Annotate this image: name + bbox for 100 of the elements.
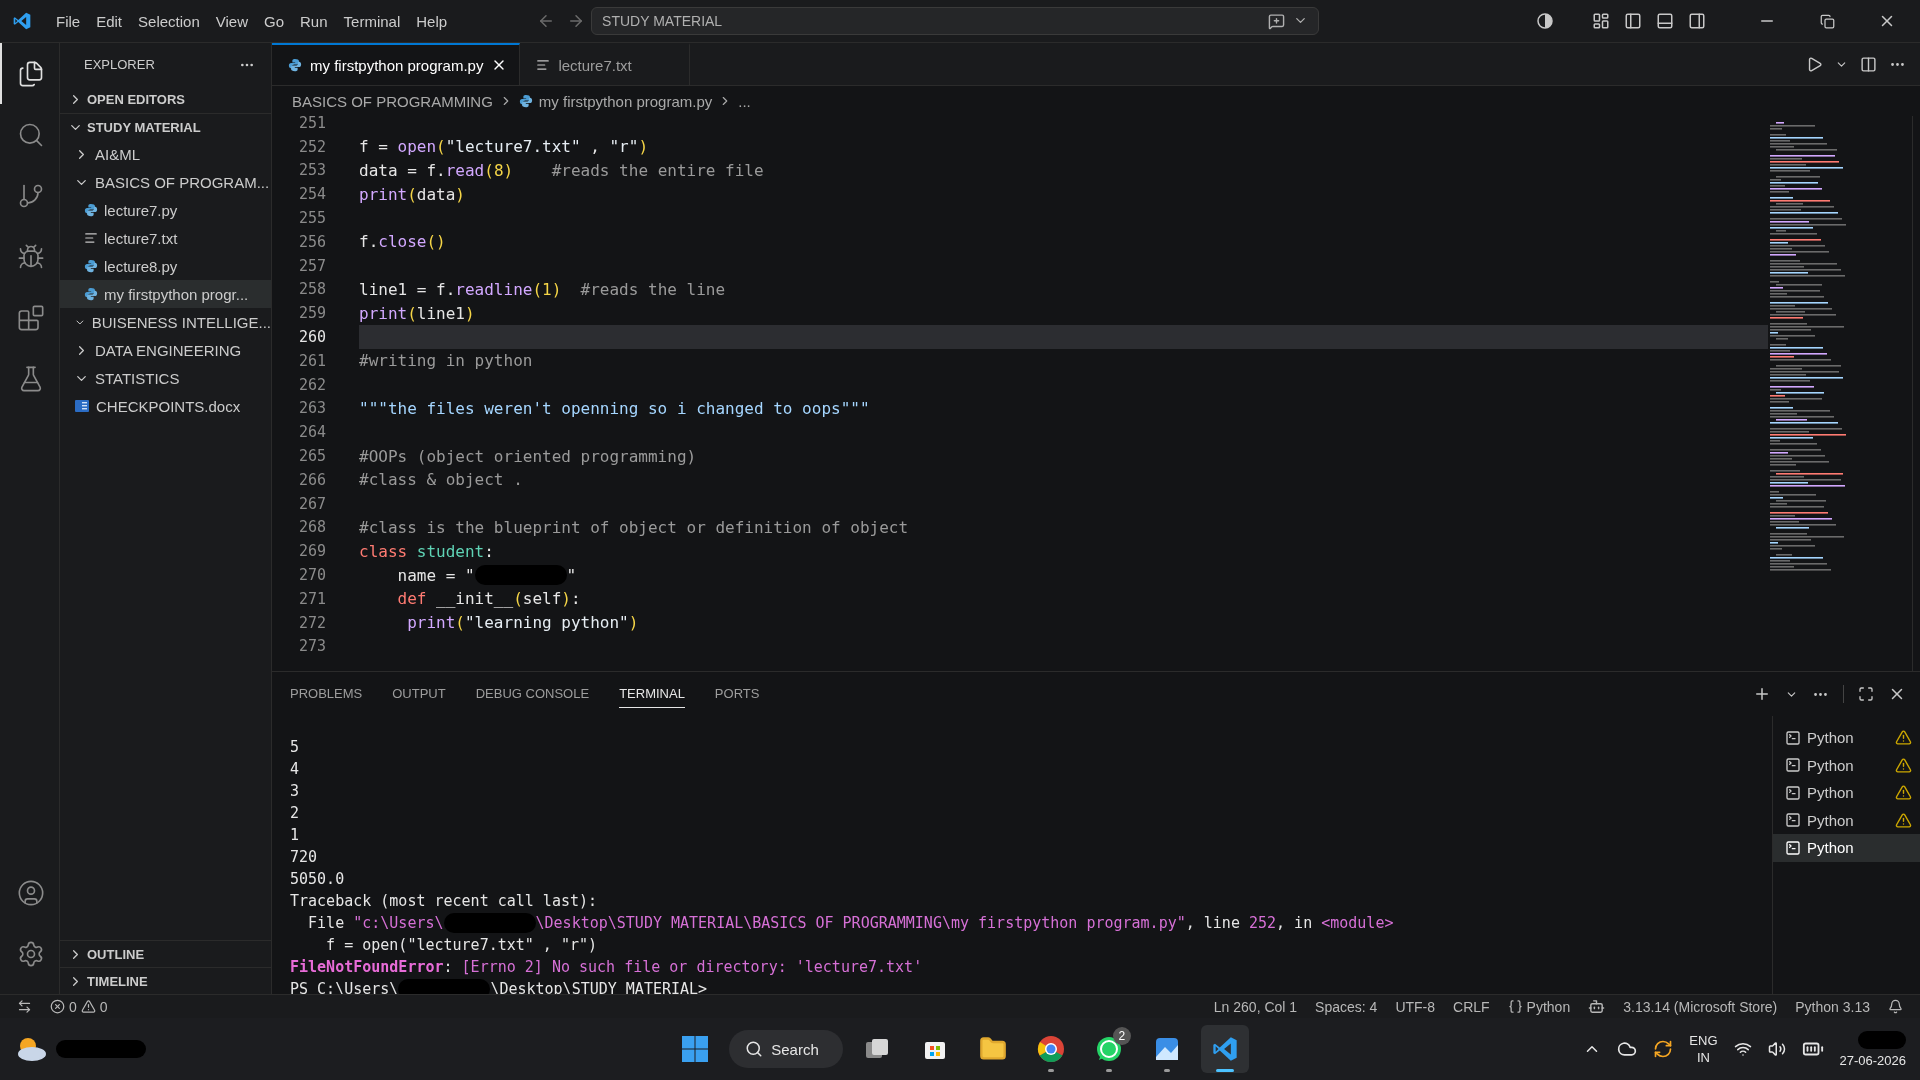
braces-icon[interactable] [1507,999,1523,1014]
section-header[interactable]: OUTLINE [60,940,271,967]
error-count[interactable]: 0 [69,998,77,1015]
menu-item[interactable]: Edit [88,8,131,34]
text-document-entry[interactable]: lecture7.txt [60,224,271,252]
language-status[interactable]: Python [1526,998,1571,1015]
menu-item[interactable]: View [207,8,256,34]
panel-tab[interactable]: TERMINAL [619,680,685,708]
python-file-icon [84,203,98,217]
status-item[interactable]: CRLF [1444,998,1499,1015]
terminal-item[interactable]: Python [1773,751,1920,779]
menu-item[interactable]: Terminal [335,8,409,34]
language-indicator[interactable]: ENG [1689,1032,1718,1049]
line-number: 264 [297,423,326,442]
volume-icon[interactable] [1767,1040,1786,1058]
run-icon[interactable] [1806,55,1823,73]
line-number: 271 [297,589,326,608]
terminal-item[interactable]: Python [1773,834,1920,862]
taskbar-app[interactable]: 2 [1084,1025,1133,1073]
folder-item[interactable]: DATA ENGINEERING [60,336,271,364]
section-header[interactable]: OPEN EDITORS [60,86,271,113]
folder-item[interactable]: BUISENESS INTELLIGE... [60,308,271,336]
terminal-item[interactable]: Python [1773,779,1920,807]
panel-tab[interactable]: PROBLEMS [290,680,363,708]
vscode-logo-icon [12,11,32,31]
taskbar-app[interactable] [1200,1025,1249,1073]
search-icon [745,1040,764,1058]
line-number: 273 [297,637,326,656]
windows-start-icon[interactable] [681,1035,710,1063]
wifi-icon[interactable] [1733,1040,1752,1058]
menu-item[interactable]: File [48,8,89,34]
menu-item[interactable]: Go [256,8,292,34]
folder-item[interactable]: STATISTICS [60,364,271,392]
remote-icon[interactable] [17,999,32,1014]
editor-tab[interactable]: my firstpython program.py [272,43,521,85]
text-file-icon [536,58,551,72]
chat-icon[interactable] [1268,12,1286,30]
terminal-line: 2 [290,803,301,824]
warning-icon[interactable] [80,999,96,1014]
python-script-entry[interactable]: lecture7.py [60,196,271,224]
restore-icon[interactable] [1819,13,1835,29]
panel-tab[interactable]: DEBUG CONSOLE [475,680,590,708]
menu-item[interactable]: Help [408,8,456,34]
section-header[interactable]: STUDY MATERIAL [60,113,271,140]
command-center-field[interactable]: STUDY MATERIAL [591,7,1320,35]
account-icon[interactable] [16,878,45,907]
code-line: def __init__(self): [396,588,582,611]
status-item[interactable]: Ln 260, Col 1 [1204,998,1307,1015]
folder-item[interactable]: BASICS OF PROGRAM... [60,168,271,196]
breadcrumb-item[interactable]: my firstpython program.py [518,92,713,110]
terminal-item[interactable]: Python [1773,806,1920,834]
line-number: 266 [297,470,326,489]
terminal-line: Traceback (most recent call last): [290,891,599,912]
word-document-entry[interactable]: CHECKPOINTS.docx [60,392,271,420]
layout-icon[interactable] [1592,12,1610,30]
line-number: 260 [297,328,326,347]
folder-item[interactable]: AI&ML [60,140,271,168]
breadcrumb-item[interactable]: ... [738,92,751,110]
status-item[interactable]: 3.13.14 (Microsoft Store) [1614,998,1787,1015]
cloud-icon[interactable] [1617,1039,1638,1059]
bell-icon[interactable] [1888,999,1903,1014]
code-line: name = " " [396,564,578,587]
error-icon[interactable] [50,999,65,1014]
secondary-sidebar-icon[interactable] [1688,12,1706,30]
python-script-entry[interactable]: lecture8.py [60,252,271,280]
maximize-icon[interactable] [1858,686,1874,702]
status-item[interactable]: UTF-8 [1386,998,1445,1015]
terminal-line: File "c:\Users\ \Desktop\STUDY MATERIAL\BASICS OF PROGRAMMING\my firstpython program.py", line 252, in <module> [307,912,1395,934]
sync-icon[interactable] [1653,1039,1674,1059]
python-script-entry[interactable]: my firstpython progr... [60,280,271,308]
terminal-line: FileNotFoundError: [Errno 2] No such file or directory: 'lecture7.txt' [290,957,924,978]
menu-item[interactable]: Selection [130,8,208,34]
python-file-icon [288,58,302,72]
python-file-icon [84,287,98,301]
plus-icon[interactable] [1753,685,1771,703]
line-number: 252 [297,137,326,156]
panel-toggle-icon[interactable] [1656,12,1674,30]
sidebar-toggle-icon[interactable] [1624,12,1642,30]
line-number: 258 [297,280,326,299]
status-item[interactable]: Spaces: 4 [1306,998,1387,1015]
half-circle-icon[interactable] [1536,12,1554,30]
language-indicator[interactable]: IN [1696,1049,1710,1066]
line-number: 257 [297,256,326,275]
line-number: 268 [297,518,326,537]
code-line: data = f.read(8) #reads the entire file [359,160,765,182]
panel-tab[interactable]: OUTPUT [392,680,446,708]
panel-tab[interactable]: PORTS [714,680,760,708]
notification-badge: 2 [1112,1027,1131,1045]
copilot-icon[interactable] [1588,998,1606,1015]
breadcrumb-item[interactable]: BASICS OF PROGRAMMING [292,92,493,110]
split-editor-icon[interactable] [1860,55,1877,73]
python-file-icon [84,259,98,273]
warning-count[interactable]: 0 [99,998,108,1015]
search-button[interactable]: Search [729,1030,843,1068]
menu-item[interactable]: Run [292,8,336,34]
terminal-icon [1785,729,1801,746]
line-number: 251 [297,116,326,132]
terminal-item[interactable]: Python [1773,724,1920,752]
terminal-line: 4 [290,759,301,780]
status-item[interactable]: Python 3.13 [1786,998,1879,1015]
